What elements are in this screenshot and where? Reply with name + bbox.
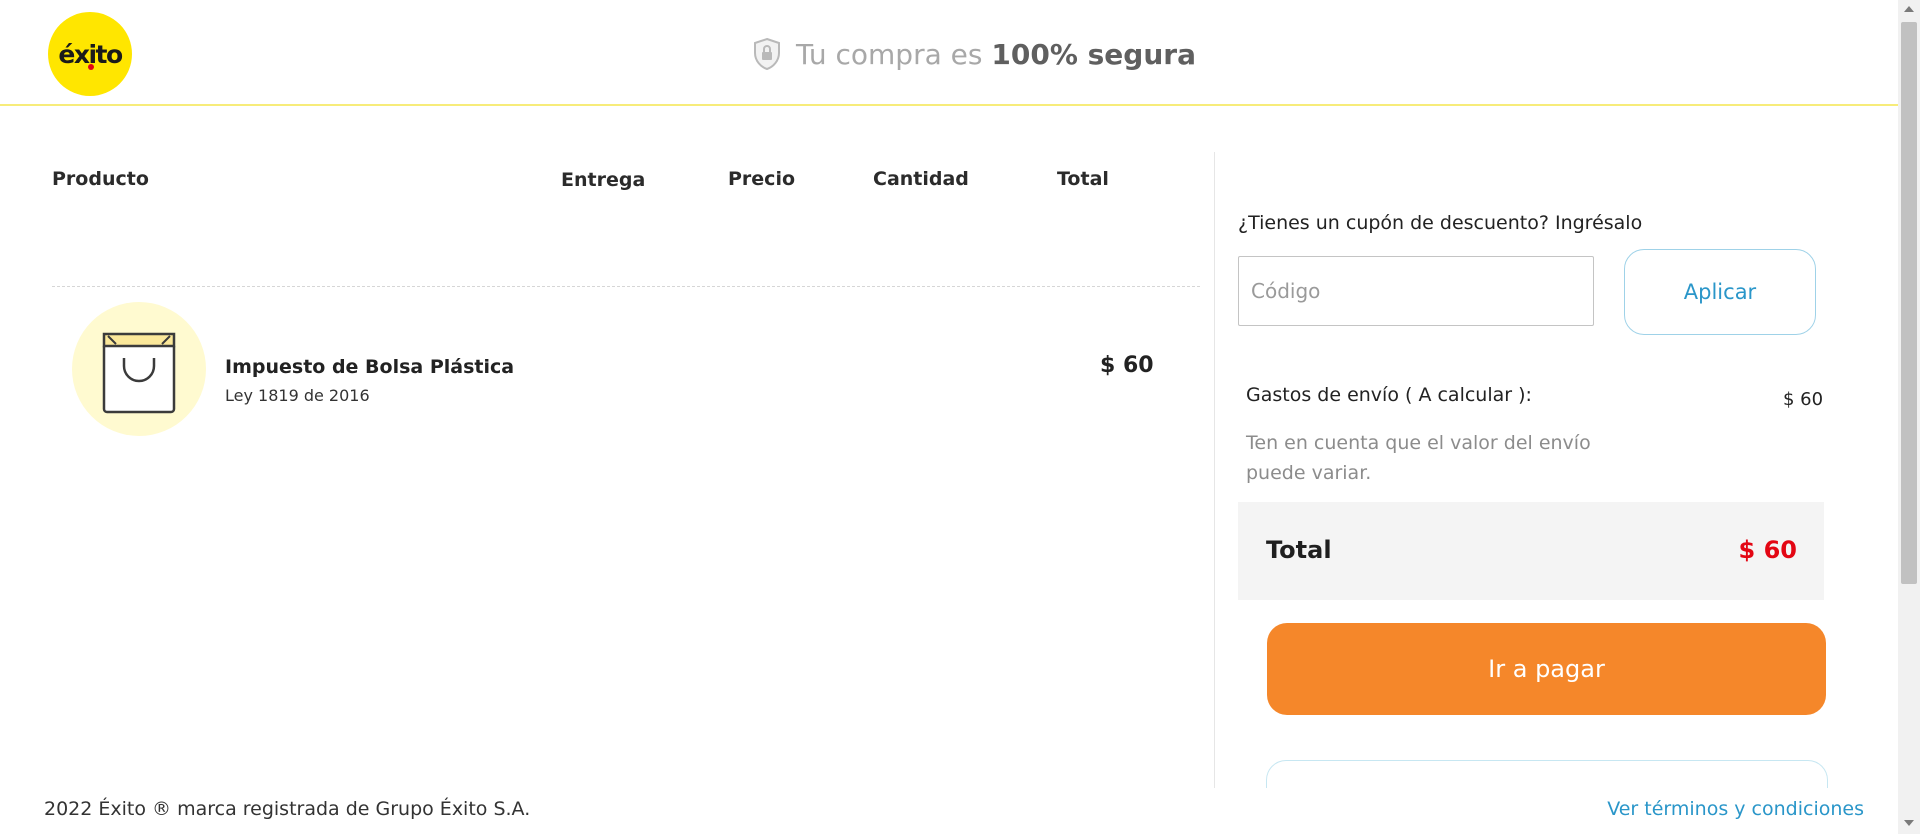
secondary-button[interactable] bbox=[1266, 760, 1828, 791]
column-header-cantidad: Cantidad bbox=[873, 168, 969, 190]
order-total-box: Total $ 60 bbox=[1238, 502, 1824, 600]
shipping-label: Gastos de envío ( A calcular ): bbox=[1246, 384, 1532, 406]
total-value: $ 60 bbox=[1738, 536, 1797, 564]
product-subtitle: Ley 1819 de 2016 bbox=[225, 386, 370, 405]
product-image bbox=[72, 302, 206, 436]
shield-lock-icon bbox=[754, 37, 780, 71]
logo-dot bbox=[88, 64, 94, 70]
secure-strong: 100% segura bbox=[991, 37, 1196, 71]
secure-purchase-banner: Tu compra es 100% segura bbox=[752, 34, 1196, 74]
column-header-precio: Precio bbox=[728, 168, 796, 190]
pay-button[interactable]: Ir a pagar bbox=[1267, 623, 1826, 715]
header: éxito Tu compra es 100% segura bbox=[0, 0, 1898, 106]
column-separator bbox=[1214, 152, 1215, 788]
column-header-total: Total bbox=[1057, 168, 1109, 190]
scrollbar-thumb[interactable] bbox=[1901, 22, 1917, 584]
coupon-label: ¿Tienes un cupón de descuento? Ingrésalo bbox=[1238, 212, 1643, 234]
apply-coupon-button[interactable]: Aplicar bbox=[1624, 249, 1816, 335]
coupon-code-input[interactable] bbox=[1238, 256, 1594, 326]
exito-logo[interactable]: éxito bbox=[48, 12, 132, 96]
shopping-bag-icon bbox=[102, 332, 176, 414]
secure-text: Tu compra es 100% segura bbox=[796, 38, 1196, 71]
column-header-producto: Producto bbox=[52, 168, 149, 190]
column-header-entrega: Entrega bbox=[561, 169, 646, 191]
shipping-note: Ten en cuenta que el valor del envío pue… bbox=[1246, 432, 1591, 484]
terms-link[interactable]: Ver términos y condiciones bbox=[1607, 798, 1864, 820]
total-label: Total bbox=[1266, 536, 1332, 564]
shipping-value: $ 60 bbox=[1783, 389, 1824, 410]
table-divider bbox=[52, 286, 1200, 287]
footer: 2022 Éxito ® marca registrada de Grupo É… bbox=[0, 788, 1898, 834]
vertical-scrollbar[interactable] bbox=[1898, 0, 1920, 834]
secure-prefix: Tu compra es bbox=[796, 37, 983, 71]
scroll-up-arrow-icon[interactable] bbox=[1904, 6, 1914, 12]
product-total: $ 60 bbox=[1100, 353, 1154, 378]
scroll-down-arrow-icon[interactable] bbox=[1904, 820, 1914, 826]
product-name: Impuesto de Bolsa Plástica bbox=[225, 356, 515, 378]
copyright-text: 2022 Éxito ® marca registrada de Grupo É… bbox=[44, 798, 531, 820]
